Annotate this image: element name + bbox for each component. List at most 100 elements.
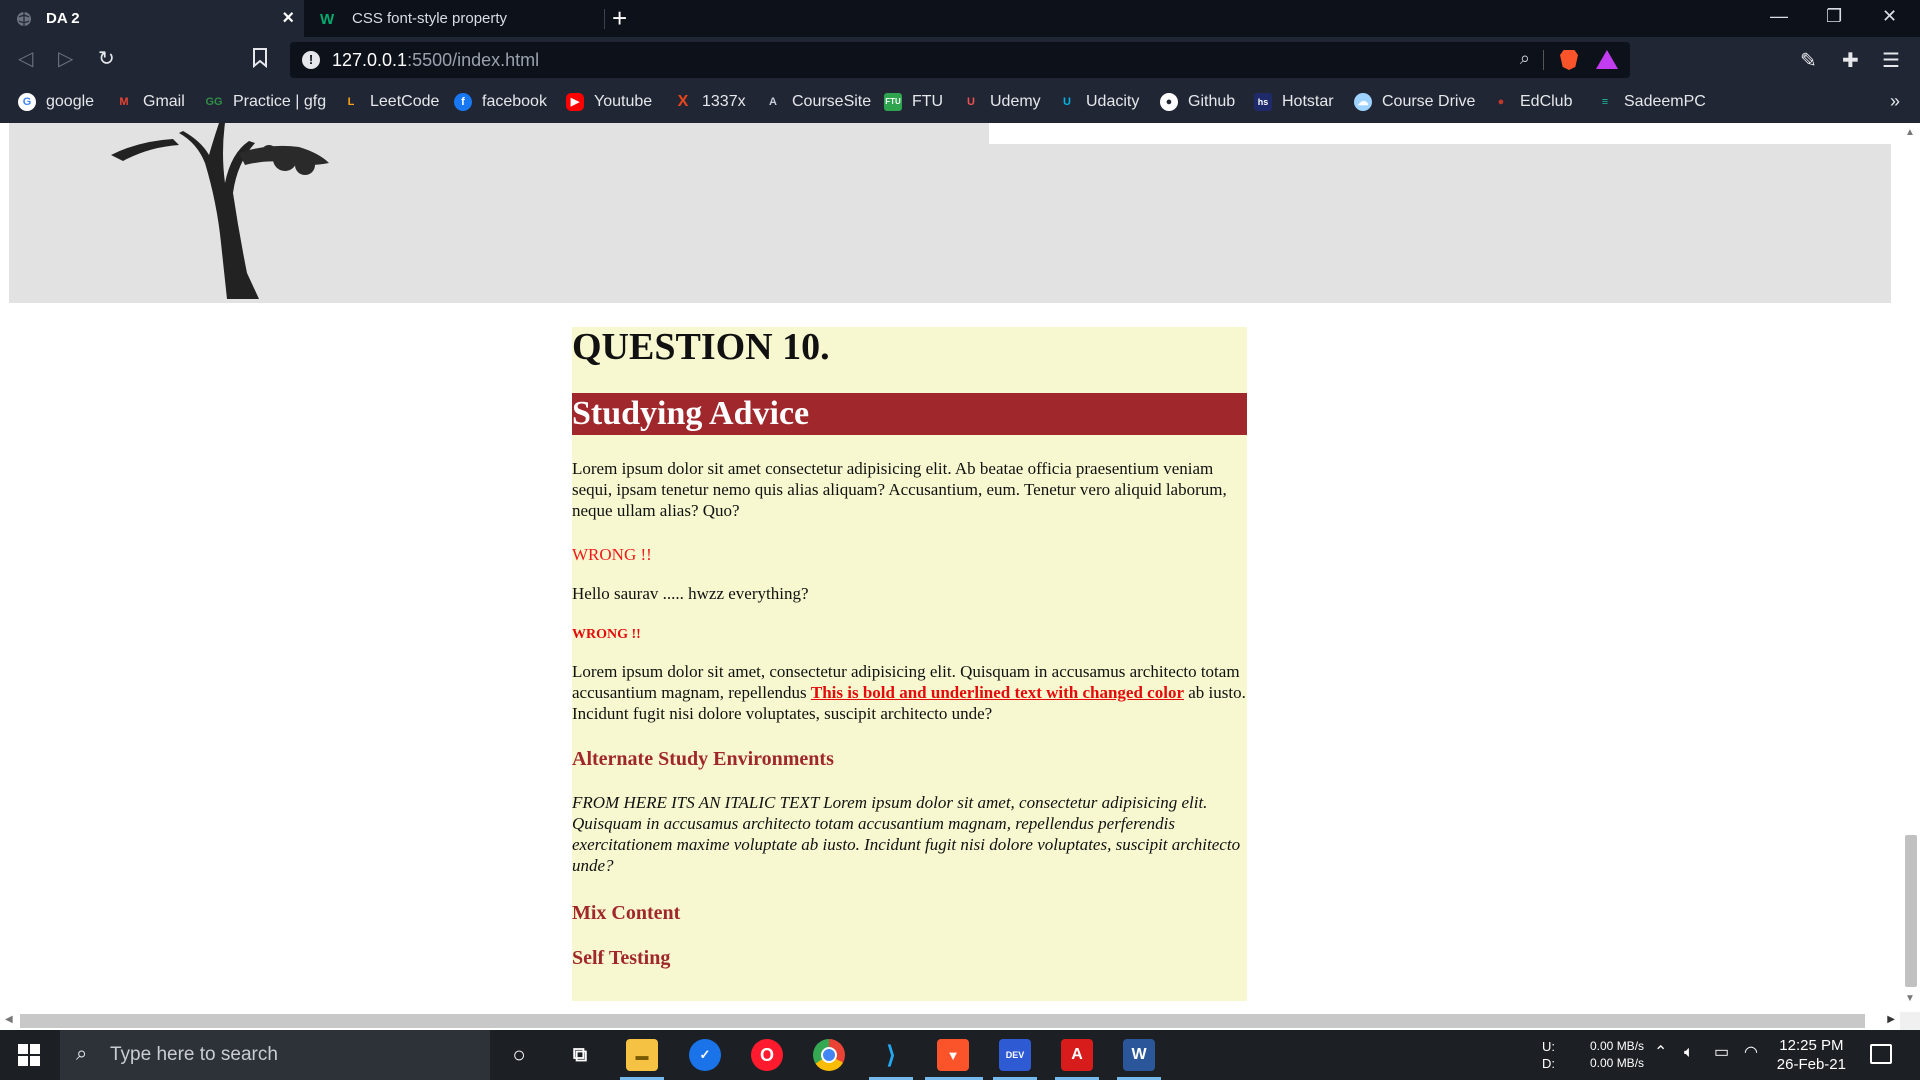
alternate-study-heading: Alternate Study Environments <box>572 748 834 770</box>
devcpp-icon[interactable]: DEV <box>999 1039 1031 1071</box>
volume-icon[interactable]: 🔈︎ <box>1684 1044 1694 1061</box>
address-bar[interactable]: ! 127.0.0.1:5500/index.html ⌕ <box>290 42 1630 78</box>
brave-icon[interactable]: ▼ <box>937 1039 969 1071</box>
edclub-icon: ● <box>1497 96 1505 108</box>
file-explorer-icon[interactable]: ▬ <box>626 1039 658 1071</box>
new-tab-button[interactable]: + <box>612 4 627 32</box>
search-placeholder: Type here to search <box>110 1044 278 1065</box>
bookmark-sadeempc[interactable]: ≡ SadeemPC <box>1596 93 1706 111</box>
bookmark-edclub[interactable]: ● EdClub <box>1492 93 1573 111</box>
opera-icon[interactable]: O <box>751 1039 783 1071</box>
chevron-up-icon[interactable]: ⌃ <box>1654 1044 1667 1061</box>
brave-shields-icon[interactable] <box>1560 50 1578 70</box>
bookmarks-bar: Ggoogle M Gmail GG Practice | gfg L LeetCod… <box>0 83 1920 123</box>
bookmark-ftu[interactable]: FTU FTU <box>884 93 943 111</box>
sadeempc-icon: ≡ <box>1601 96 1609 108</box>
chrome-icon[interactable] <box>813 1039 845 1071</box>
windows-start-icon[interactable] <box>18 1044 40 1066</box>
bookmark-gfg[interactable]: GG Practice | gfg <box>205 93 326 111</box>
globe-icon <box>16 11 32 27</box>
udemy-icon: U <box>967 96 975 108</box>
bookmark-leetcode[interactable]: L LeetCode <box>342 93 440 111</box>
coursesite-icon: A <box>769 96 777 108</box>
bookmark-icon[interactable] <box>252 48 268 73</box>
forward-button[interactable]: ▷ <box>58 48 73 70</box>
taskbar-search[interactable]: ⌕ Type here to search <box>60 1030 490 1080</box>
zoom-icon[interactable]: ⌕ <box>1520 48 1530 69</box>
word-icon[interactable]: W <box>1123 1039 1155 1071</box>
page-viewport: QUESTION 10. Studying Advice Lorem ipsum… <box>0 123 1900 1012</box>
scroll-thumb[interactable] <box>1905 835 1917 987</box>
bookmark-udemy[interactable]: U Udemy <box>962 93 1041 111</box>
banner-strip <box>989 123 1900 144</box>
cortana-icon[interactable]: ○ <box>503 1039 535 1071</box>
horizontal-scrollbar[interactable]: ◀ ▶ <box>0 1012 1900 1030</box>
restore-button[interactable]: ❐ <box>1826 6 1842 27</box>
acrobat-icon[interactable]: A <box>1061 1039 1093 1071</box>
wrong-text-1: WRONG !! <box>572 545 652 564</box>
bookmark-1337x[interactable]: X 1337x <box>674 93 746 111</box>
scroll-right-icon[interactable]: ▶ <box>1887 1014 1895 1025</box>
gmail-icon: M <box>119 96 129 108</box>
info-icon[interactable]: ! <box>302 51 320 69</box>
udacity-icon: U <box>1063 96 1071 108</box>
notification-icon[interactable] <box>1870 1044 1892 1064</box>
tab-strip: DA 2 × W CSS font-style property + — ❐ ✕ <box>0 0 1920 37</box>
wrong-text-2: WRONG !! <box>572 627 641 642</box>
tree-image <box>111 123 329 299</box>
bookmark-youtube[interactable]: ▶ Youtube <box>566 93 652 111</box>
scroll-down-icon[interactable]: ▼ <box>1905 993 1915 1004</box>
bold-underlined-text: This is bold and underlined text with ch… <box>810 683 1184 702</box>
close-window-button[interactable]: ✕ <box>1882 6 1897 27</box>
bookmark-hotstar[interactable]: hs Hotstar <box>1254 93 1334 111</box>
tab-css-font-style[interactable]: W CSS font-style property <box>304 0 604 37</box>
google-icon: G <box>18 93 36 111</box>
scroll-track[interactable] <box>20 1014 1865 1028</box>
vscode-icon[interactable]: ⟩ <box>875 1039 907 1071</box>
wifi-icon[interactable]: ◠ <box>1744 1044 1758 1061</box>
browser-toolbar: ◁ ▷ ↻ ! 127.0.0.1:5500/index.html ⌕ ✎ ✚ … <box>0 37 1920 83</box>
bookmark-udacity[interactable]: U Udacity <box>1058 93 1139 111</box>
more-bookmarks-icon[interactable]: » <box>1890 91 1900 112</box>
1337x-icon: X <box>677 93 689 110</box>
vertical-scrollbar[interactable]: ▲ ▼ <box>1900 123 1920 1012</box>
back-button[interactable]: ◁ <box>18 48 33 70</box>
scroll-left-icon[interactable]: ◀ <box>5 1014 13 1025</box>
question-content: QUESTION 10. Studying Advice Lorem ipsum… <box>572 327 1247 1001</box>
youtube-icon: ▶ <box>566 93 584 111</box>
windows-taskbar: ⌕ Type here to search ○ ⧉ ▬ ✓ O ⟩ ▼ DEV … <box>0 1030 1920 1080</box>
bookmark-google[interactable]: Ggoogle <box>18 93 94 111</box>
shield-icon[interactable]: ✓ <box>689 1039 721 1071</box>
task-view-icon[interactable]: ⧉ <box>564 1039 596 1071</box>
extensions-icon[interactable]: ✚ <box>1842 48 1859 73</box>
bookmark-github[interactable]: ● Github <box>1160 93 1235 111</box>
net-speed: 0.00 MB/s 0.00 MB/s <box>1590 1039 1645 1070</box>
battery-icon[interactable]: ▭ <box>1714 1044 1729 1061</box>
bookmark-course-drive[interactable]: ☁ Course Drive <box>1354 93 1475 111</box>
hotstar-icon: hs <box>1254 93 1272 111</box>
scroll-corner <box>1900 1012 1920 1030</box>
tab-title: CSS font-style property <box>352 10 508 27</box>
pen-extension-icon[interactable]: ✎ <box>1800 48 1817 73</box>
close-tab-icon[interactable]: × <box>282 8 294 28</box>
tab-da2[interactable]: DA 2 × <box>0 0 304 37</box>
self-testing-heading: Self Testing <box>572 947 671 969</box>
header-banner <box>9 123 1900 303</box>
bookmark-coursesite[interactable]: A CourseSite <box>764 93 871 111</box>
bookmark-gmail[interactable]: M Gmail <box>115 93 184 111</box>
reload-button[interactable]: ↻ <box>98 48 115 70</box>
studying-advice-heading: Studying Advice <box>572 393 1247 435</box>
net-labels: U: D: <box>1542 1039 1555 1071</box>
minimize-button[interactable]: — <box>1770 6 1788 27</box>
brave-rewards-icon[interactable] <box>1596 50 1618 69</box>
question-title: QUESTION 10. <box>572 326 830 368</box>
scroll-up-icon[interactable]: ▲ <box>1905 127 1915 138</box>
url-divider <box>1543 50 1544 70</box>
taskbar-clock[interactable]: 12:25 PM 26-Feb-21 <box>1777 1036 1846 1074</box>
bookmark-facebook[interactable]: f facebook <box>454 93 547 111</box>
mix-content-heading: Mix Content <box>572 902 681 924</box>
url-text[interactable]: 127.0.0.1:5500/index.html <box>332 50 539 71</box>
menu-icon[interactable]: ☰ <box>1882 48 1900 73</box>
tab-title: DA 2 <box>46 10 80 27</box>
intro-paragraph: Lorem ipsum dolor sit amet consectetur a… <box>572 459 1227 520</box>
